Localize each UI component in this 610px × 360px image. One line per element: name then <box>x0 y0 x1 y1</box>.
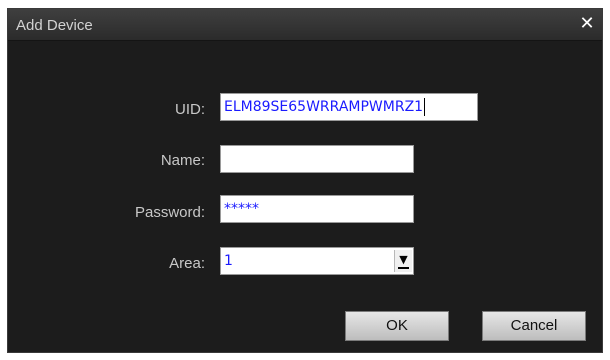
password-field[interactable]: ***** <box>220 195 414 223</box>
chevron-down-icon[interactable]: ▼ <box>394 250 412 272</box>
dialog-title: Add Device <box>16 17 93 34</box>
name-field[interactable] <box>220 145 414 173</box>
area-label: Area: <box>169 255 205 272</box>
title-bar[interactable]: Add Device ✕ <box>8 9 602 41</box>
close-icon[interactable]: ✕ <box>572 9 602 40</box>
area-value: 1 <box>224 253 233 269</box>
dialog-body: UID: ELM89SE65WRRAMPWMRZ1 Name: Password… <box>8 41 602 352</box>
uid-field[interactable]: ELM89SE65WRRAMPWMRZ1 <box>220 93 478 121</box>
area-select[interactable]: 1 ▼ <box>220 247 414 275</box>
text-caret <box>424 98 426 116</box>
uid-label: UID: <box>175 101 205 118</box>
cancel-button[interactable]: Cancel <box>482 311 586 341</box>
password-label: Password: <box>134 204 205 221</box>
ok-button[interactable]: OK <box>345 311 449 341</box>
add-device-dialog: Add Device ✕ UID: ELM89SE65WRRAMPWMRZ1 N… <box>7 8 603 353</box>
password-value: ***** <box>224 201 259 217</box>
name-label: Name: <box>160 152 205 169</box>
uid-value: ELM89SE65WRRAMPWMRZ1 <box>224 99 424 115</box>
